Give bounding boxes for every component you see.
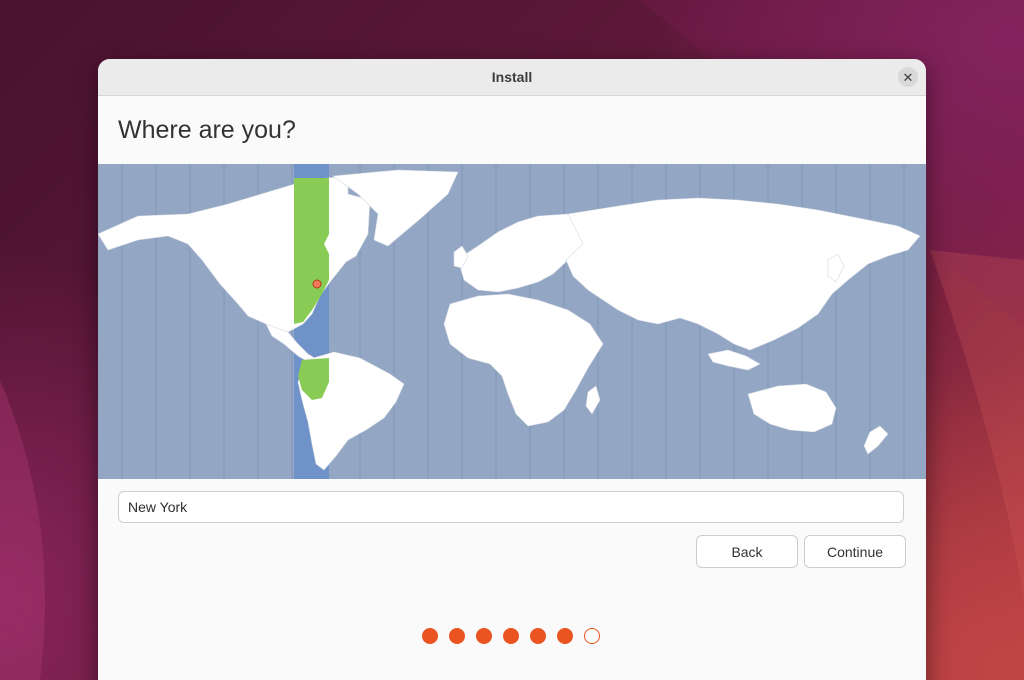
close-button[interactable]: ✕ xyxy=(898,67,918,87)
progress-dot-6 xyxy=(557,628,573,644)
title-bar: Install ✕ xyxy=(98,59,926,96)
back-button[interactable]: Back xyxy=(696,535,798,568)
progress-dot-5 xyxy=(530,628,546,644)
page-title: Where are you? xyxy=(118,115,296,144)
timezone-map[interactable] xyxy=(98,164,926,479)
window-title: Install xyxy=(491,69,533,85)
page-header: Where are you? xyxy=(98,96,926,164)
location-marker[interactable] xyxy=(312,279,322,289)
progress-dot-7 xyxy=(584,628,600,644)
progress-dot-3 xyxy=(476,628,492,644)
continents xyxy=(98,169,921,471)
installer-window: Install ✕ Where are you? New York Back C… xyxy=(98,59,926,680)
progress-indicator xyxy=(422,628,600,644)
continue-button[interactable]: Continue xyxy=(804,535,906,568)
progress-dot-4 xyxy=(503,628,519,644)
progress-dot-1 xyxy=(422,628,438,644)
location-input[interactable] xyxy=(118,491,904,523)
close-icon: ✕ xyxy=(902,69,914,85)
progress-dot-2 xyxy=(449,628,465,644)
